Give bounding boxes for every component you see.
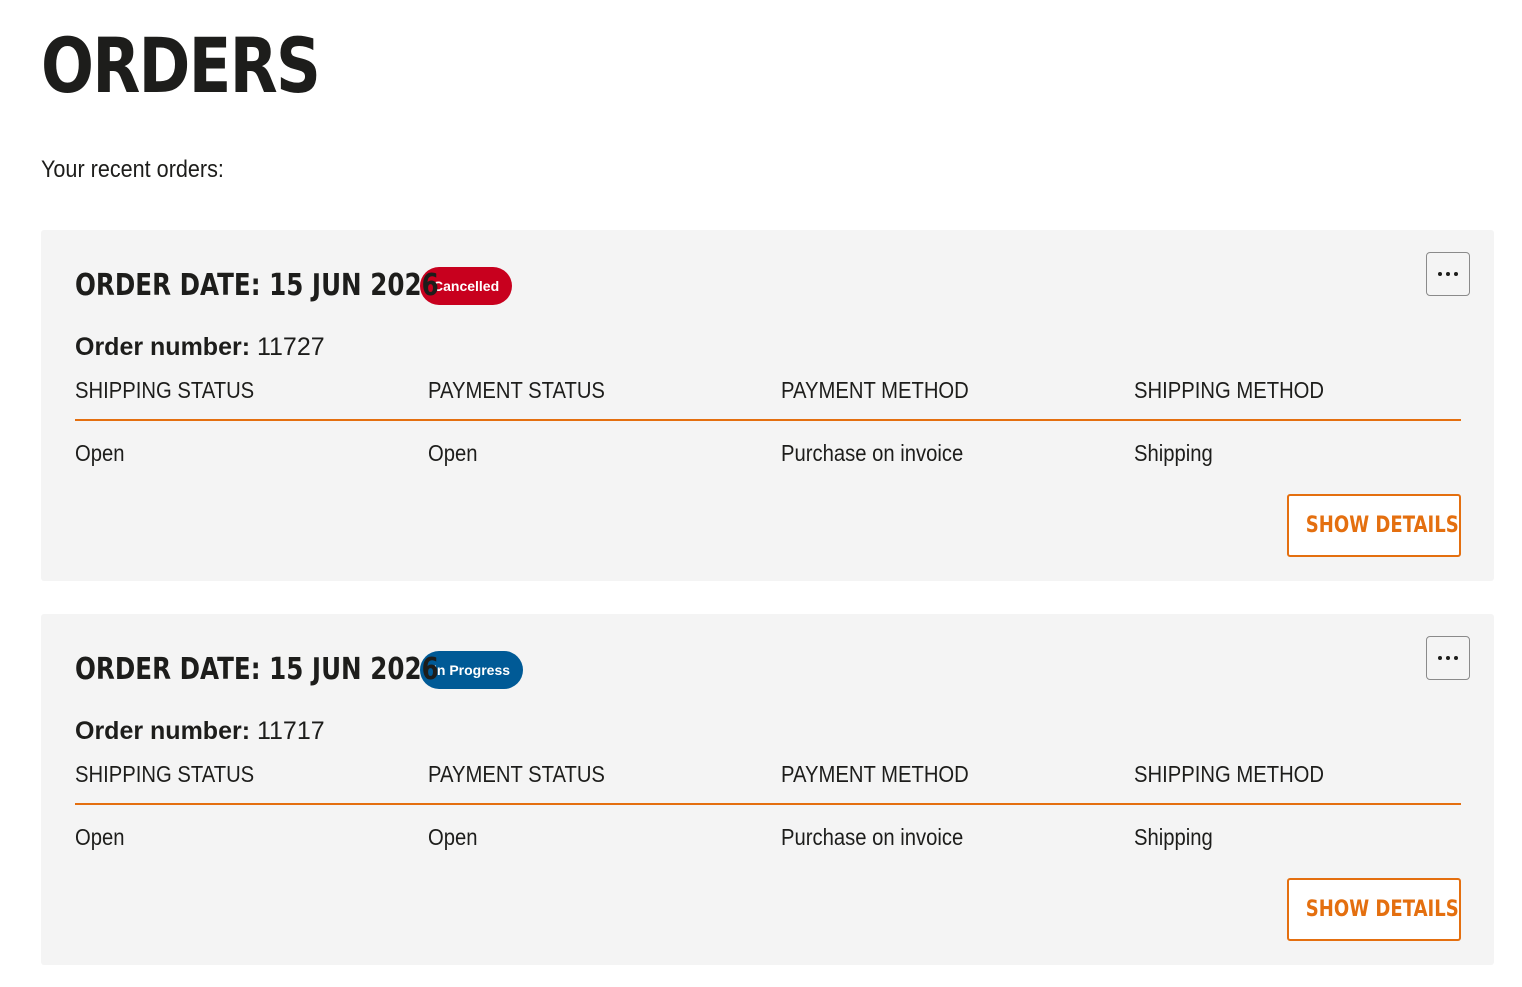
shipping-status-value: Open [75, 440, 125, 466]
table-row: Open Open Purchase on invoice Shipping [75, 805, 1461, 869]
table-header-row: SHIPPING STATUS PAYMENT STATUS PAYMENT M… [75, 373, 1461, 421]
order-number-label: Order number: [75, 333, 251, 361]
shipping-status-value: Open [75, 824, 125, 850]
payment-method-value: Purchase on invoice [781, 824, 964, 850]
payment-status-value: Open [428, 440, 478, 466]
order-number-value: 11727 [256, 333, 325, 361]
more-actions-button[interactable] [1426, 636, 1470, 680]
table-header-row: SHIPPING STATUS PAYMENT STATUS PAYMENT M… [75, 757, 1461, 805]
more-horizontal-icon [1438, 656, 1458, 660]
show-details-button[interactable]: SHOW DETAILS [1287, 494, 1461, 557]
order-date-value: 15 JUN 2026 [269, 652, 439, 687]
order-date-value: 15 JUN 2026 [269, 268, 439, 303]
payment-status-value: Open [428, 824, 478, 850]
column-header-shipping-status: SHIPPING STATUS [75, 761, 255, 787]
order-details-table: SHIPPING STATUS PAYMENT STATUS PAYMENT M… [75, 373, 1461, 485]
order-date-label: ORDER DATE: [75, 268, 261, 303]
order-date-wrap: ORDER DATE: 15 JUN 2026 [75, 266, 439, 306]
order-header: ORDER DATE: 15 JUN 2026 In Progress [75, 650, 524, 690]
order-number-label: Order number: [75, 717, 251, 745]
column-header-payment-status: PAYMENT STATUS [428, 761, 605, 787]
order-number: Order number: 11727 [75, 331, 325, 363]
order-number-value: 11717 [256, 717, 325, 745]
page-title: ORDERS [41, 21, 321, 110]
order-date: ORDER DATE: 15 JUN 2026 [75, 650, 439, 690]
column-header-shipping-method: SHIPPING METHOD [1134, 761, 1325, 787]
table-row: Open Open Purchase on invoice Shipping [75, 421, 1461, 485]
order-date-wrap: ORDER DATE: 15 JUN 2026 [75, 650, 439, 690]
more-actions-button[interactable] [1426, 252, 1470, 296]
shipping-method-value: Shipping [1134, 440, 1213, 466]
order-details-table: SHIPPING STATUS PAYMENT STATUS PAYMENT M… [75, 757, 1461, 869]
payment-method-value: Purchase on invoice [781, 440, 964, 466]
column-header-payment-method: PAYMENT METHOD [781, 761, 969, 787]
orders-page: ORDERS Your recent orders: ORDER DATE: 1… [0, 0, 1522, 987]
recent-orders-intro: Your recent orders: [41, 156, 224, 183]
column-header-shipping-status: SHIPPING STATUS [75, 377, 255, 403]
column-header-shipping-method: SHIPPING METHOD [1134, 377, 1325, 403]
order-header: ORDER DATE: 15 JUN 2026 Cancelled [75, 266, 513, 306]
shipping-method-value: Shipping [1134, 824, 1213, 850]
order-number: Order number: 11717 [75, 715, 325, 747]
order-card: ORDER DATE: 15 JUN 2026 In Progress Orde… [41, 614, 1494, 965]
column-header-payment-status: PAYMENT STATUS [428, 377, 605, 403]
column-header-payment-method: PAYMENT METHOD [781, 377, 969, 403]
order-card: ORDER DATE: 15 JUN 2026 Cancelled Order … [41, 230, 1494, 581]
order-date-label: ORDER DATE: [75, 652, 261, 687]
show-details-button[interactable]: SHOW DETAILS [1287, 878, 1461, 941]
order-date: ORDER DATE: 15 JUN 2026 [75, 266, 439, 306]
more-horizontal-icon [1438, 272, 1458, 276]
